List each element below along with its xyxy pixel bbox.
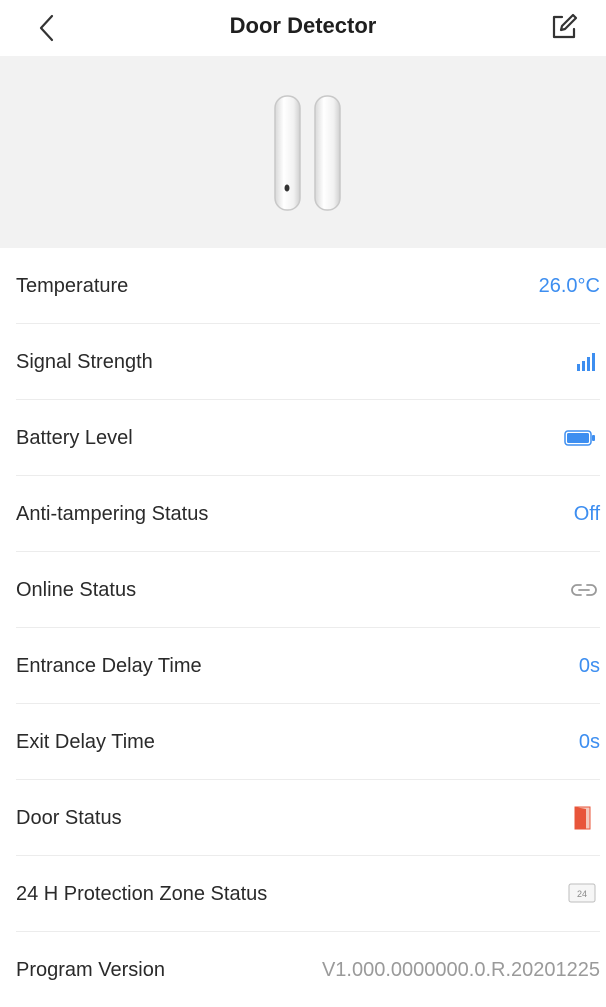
temperature-value: 26.0°C [538,275,600,297]
row-label: Battery Level [16,427,133,449]
svg-text:24: 24 [577,889,587,899]
signal-bars-icon [577,353,595,371]
list-item-online-status[interactable]: Online Status [16,552,600,628]
row-label: Door Status [16,807,122,829]
list-item-exit-delay[interactable]: Exit Delay Time 0s [16,704,600,780]
list-item-24h-zone[interactable]: 24 H Protection Zone Status 24 [16,856,600,932]
row-label: Anti-tampering Status [16,503,209,525]
row-label: Program Version [16,959,165,981]
list-item-entrance-delay[interactable]: Entrance Delay Time 0s [16,628,600,704]
link-icon [571,584,597,596]
row-label: Entrance Delay Time [16,655,202,677]
list-item-anti-tampering[interactable]: Anti-tampering Status Off [16,476,600,552]
row-label: Online Status [16,579,137,601]
battery-icon [564,430,595,446]
row-label: 24 H Protection Zone Status [16,883,268,905]
edit-icon[interactable] [548,11,580,43]
list-item-program-version[interactable]: Program Version V1.000.0000000.0.R.20201… [16,932,600,1007]
list-item-battery-level[interactable]: Battery Level [16,400,600,476]
row-label: Temperature [16,275,129,297]
door-sensor-image [274,95,341,211]
list-item-signal-strength[interactable]: Signal Strength [16,324,600,400]
list-item-temperature[interactable]: Temperature 26.0°C [16,248,600,324]
header-bar: Door Detector [0,0,606,56]
exit-delay-value: 0s [578,731,600,753]
24h-zone-icon: 24 [568,883,596,903]
door-open-icon [574,806,591,830]
anti-tampering-value: Off [573,503,600,525]
property-list: Temperature 26.0°C Signal Strength Batte… [0,248,606,1007]
row-label: Signal Strength [16,351,153,373]
device-image-panel [0,56,606,248]
program-version-value: V1.000.0000000.0.R.20201225 [321,959,600,981]
page-title: Door Detector [229,13,377,38]
entrance-delay-value: 0s [578,655,600,677]
row-label: Exit Delay Time [16,731,155,753]
list-item-door-status[interactable]: Door Status [16,780,600,856]
